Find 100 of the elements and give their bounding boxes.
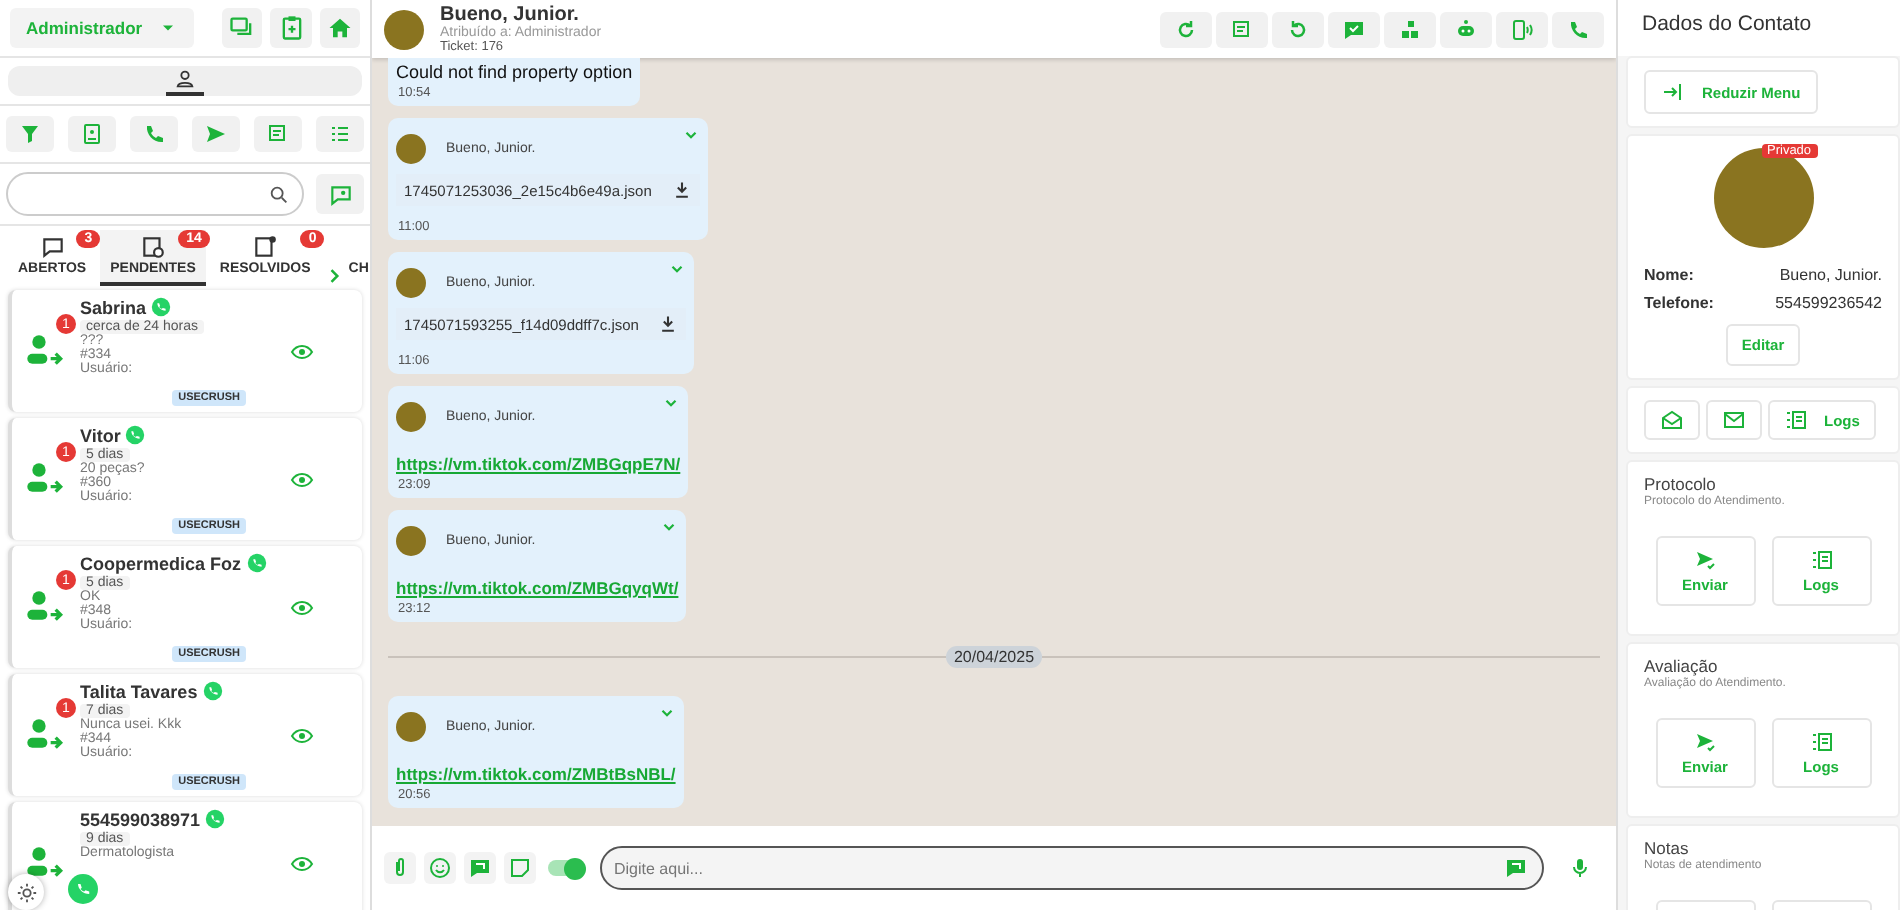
- eye-icon: [290, 851, 314, 875]
- sender-avatar: [396, 526, 426, 556]
- checklist-icon: [328, 122, 352, 146]
- open-envelope-icon: [1660, 408, 1684, 432]
- chat-button[interactable]: [222, 8, 263, 48]
- undo-icon: [1286, 17, 1310, 41]
- download-icon: [658, 314, 679, 334]
- filter-icon: [18, 122, 42, 146]
- section-title: Avaliação: [1644, 656, 1720, 676]
- contact-name: Bueno, Junior.: [440, 4, 579, 26]
- filter-button[interactable]: [6, 116, 54, 152]
- message-menu-button[interactable]: [668, 260, 687, 278]
- message-icon: [468, 856, 492, 880]
- microphone-icon: [1568, 856, 1592, 880]
- eye-icon: [290, 339, 314, 363]
- chevron-down-icon: [660, 518, 679, 536]
- sender-avatar: [396, 134, 426, 164]
- field-label: Nome:: [1644, 266, 1694, 284]
- robot-button[interactable]: [1440, 11, 1492, 47]
- whatsapp-icon: [201, 680, 224, 702]
- panel-title: Dados do Contato: [1618, 0, 1900, 56]
- checklist-button[interactable]: [316, 116, 364, 152]
- clipboard-icon: [277, 14, 306, 42]
- field-value: 554599236542: [1775, 294, 1882, 312]
- section-title: Notas: [1644, 838, 1691, 858]
- search-field[interactable]: [6, 172, 304, 216]
- signature-toggle[interactable]: [548, 860, 580, 876]
- call-button[interactable]: [1552, 11, 1604, 47]
- send-button[interactable]: [192, 116, 240, 152]
- undo-button[interactable]: [1272, 11, 1324, 47]
- home-icon: [325, 14, 354, 42]
- contact-card-button[interactable]: [68, 116, 116, 152]
- whatsapp-icon: [204, 808, 227, 830]
- phone-icon: [142, 122, 166, 146]
- device-button[interactable]: [1496, 11, 1548, 47]
- emoji-button[interactable]: [424, 852, 456, 884]
- message-menu-button[interactable]: [660, 518, 679, 536]
- chevron-down-icon: [657, 704, 676, 722]
- contact-name: Talita Tavares: [80, 681, 198, 701]
- new-chat-button[interactable]: [316, 174, 364, 214]
- chat-bubble-icon: [327, 181, 353, 207]
- contact-avatar: [384, 9, 424, 49]
- open-mail-button[interactable]: [1644, 400, 1700, 440]
- tab-icon: [140, 234, 166, 260]
- contact-name: Coopermedica Foz: [80, 553, 242, 573]
- tab-icon: [252, 234, 279, 260]
- eye-icon: [290, 723, 314, 747]
- attach-button[interactable]: [384, 852, 416, 884]
- eye-icon: [290, 467, 314, 491]
- phone-icon: [1566, 17, 1590, 41]
- logs-icon: [1809, 548, 1833, 572]
- view-button[interactable]: [290, 723, 314, 747]
- sender-avatar: [396, 712, 426, 742]
- check-message-icon: [1342, 17, 1366, 41]
- blocks-icon: [1398, 17, 1422, 41]
- whatsapp-icon: [245, 552, 268, 574]
- logs-icon: [1809, 730, 1833, 754]
- view-button[interactable]: [290, 595, 314, 619]
- message-text: Could not find property option: [396, 62, 633, 82]
- field-label: Telefone:: [1644, 294, 1714, 312]
- contact-name: Vitor: [80, 425, 121, 445]
- date-divider: 20/04/2025: [945, 646, 1043, 668]
- resolve-button[interactable]: [1328, 11, 1380, 47]
- download-icon: [671, 180, 692, 200]
- person-tab[interactable]: [166, 66, 204, 96]
- message-input[interactable]: Digite aqui...: [600, 846, 1544, 890]
- robot-icon: [1454, 17, 1478, 41]
- quick-reply-button[interactable]: [464, 852, 496, 884]
- message-menu-button[interactable]: [662, 394, 681, 412]
- sender-avatar: [396, 402, 426, 432]
- mic-button[interactable]: [1568, 856, 1592, 880]
- view-button[interactable]: [290, 851, 314, 875]
- schedule-button[interactable]: [1216, 11, 1268, 47]
- refresh-icon: [1174, 17, 1198, 41]
- section-title: Protocolo: [1644, 474, 1718, 494]
- mobile-icon: [1510, 17, 1534, 41]
- note-button[interactable]: [504, 852, 536, 884]
- phone-button[interactable]: [130, 116, 178, 152]
- view-button[interactable]: [290, 339, 314, 363]
- logs-icon: [1784, 408, 1808, 432]
- form-button[interactable]: [254, 116, 302, 152]
- view-button[interactable]: [290, 467, 314, 491]
- home-button[interactable]: [319, 8, 360, 48]
- form-icon: [1230, 17, 1254, 41]
- contact-name: Sabrina: [80, 297, 147, 317]
- chevron-down-icon: [681, 126, 700, 144]
- clipboard-button[interactable]: [270, 8, 312, 48]
- smile-icon: [428, 856, 452, 880]
- contact-name: 554599038971: [80, 809, 201, 829]
- whatsapp-icon: [124, 424, 147, 446]
- message-menu-button[interactable]: [657, 704, 676, 722]
- send-icon: [1693, 548, 1717, 572]
- mail-button[interactable]: [1706, 400, 1762, 440]
- eye-icon: [290, 595, 314, 619]
- chevron-down-icon: [662, 394, 681, 412]
- note-icon: [508, 856, 532, 880]
- refresh-button[interactable]: [1160, 11, 1212, 47]
- transfer-button[interactable]: [1384, 11, 1436, 47]
- tab-icon: [39, 234, 66, 260]
- message-menu-button[interactable]: [681, 126, 700, 144]
